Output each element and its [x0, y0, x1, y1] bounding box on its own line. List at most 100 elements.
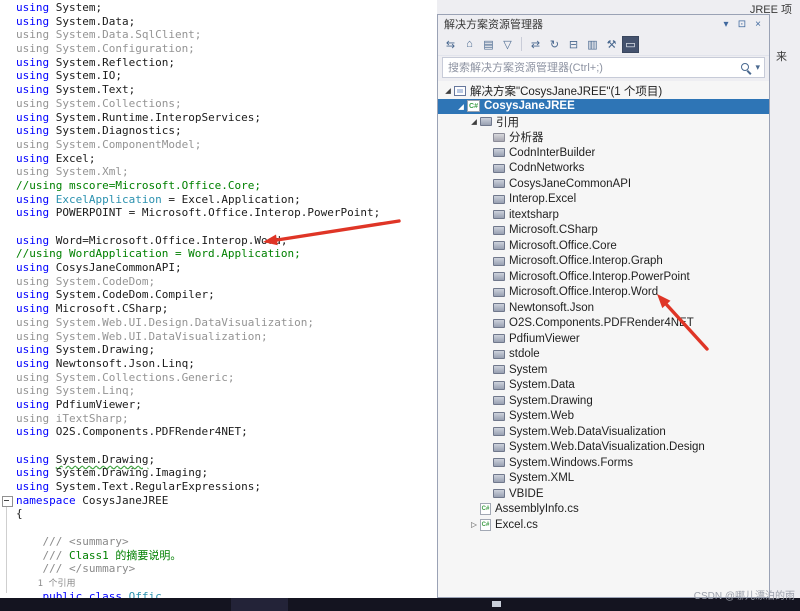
tree-item-label: AssemblyInfo.cs	[495, 503, 579, 515]
tree-item[interactable]: O2S.Components.PDFRender4NET	[438, 316, 769, 332]
assembly-icon	[493, 489, 505, 498]
tree-item[interactable]: C#AssemblyInfo.cs	[438, 502, 769, 518]
tree-item-label: System.Web	[509, 410, 574, 422]
preview-selected-items-icon[interactable]: ▭	[622, 36, 639, 53]
tree-item[interactable]: System.Web	[438, 409, 769, 425]
tree-item[interactable]: Interop.Excel	[438, 192, 769, 208]
search-box[interactable]: ▾	[442, 57, 765, 78]
tree-item[interactable]: Microsoft.Office.Interop.Graph	[438, 254, 769, 270]
solution-icon	[454, 86, 466, 96]
properties-icon[interactable]: ⚒	[603, 36, 620, 53]
code-line: using System.IO;	[0, 69, 437, 83]
tree-item[interactable]: System	[438, 362, 769, 378]
search-icon[interactable]	[740, 62, 752, 74]
tree-item[interactable]: ◢解决方案"CosysJaneJREE"(1 个项目)	[438, 83, 769, 99]
tree-item[interactable]: ▷C#Excel.cs	[438, 517, 769, 533]
fold-collapse-icon[interactable]	[2, 496, 13, 507]
collapse-icon[interactable]: ◢	[455, 102, 467, 111]
code-line: namespace CosysJaneJREE	[0, 494, 437, 508]
code-line: 1 个引用	[0, 576, 437, 590]
code-line: using System.CodeDom;	[0, 275, 437, 289]
code-editor[interactable]: using System;using System.Data;using Sys…	[0, 0, 437, 598]
expand-icon[interactable]: ▷	[468, 520, 480, 529]
tree-item[interactable]: Newtonsoft.Json	[438, 300, 769, 316]
tree-item-label: System.Data	[509, 379, 575, 391]
window-position-icon[interactable]: ▾	[718, 17, 734, 32]
collapse-icon[interactable]: ◢	[468, 117, 480, 126]
refresh-icon[interactable]: ↻	[546, 36, 563, 53]
filter-icon[interactable]: ▽	[499, 36, 516, 53]
tree-item-label: 分析器	[509, 129, 544, 145]
solution-explorer-panel: 解决方案资源管理器 ▾⊡× ⇆⌂▤▽⇄↻⊟▥⚒▭ ▾ ◢解决方案"CosysJa…	[437, 14, 770, 598]
collapse-all-icon[interactable]: ⊟	[565, 36, 582, 53]
tree-item-label: 引用	[496, 114, 519, 130]
solution-explorer-titlebar[interactable]: 解决方案资源管理器 ▾⊡×	[438, 15, 769, 33]
tree-item[interactable]: 分析器	[438, 130, 769, 146]
assembly-icon	[493, 164, 505, 173]
code-line: using System.Text.RegularExpressions;	[0, 480, 437, 494]
home-icon[interactable]: ⌂	[461, 36, 478, 53]
tree-item-label: Excel.cs	[495, 519, 538, 531]
sync-selection-icon[interactable]: ⇆	[442, 36, 459, 53]
tree-item-label: Microsoft.CSharp	[509, 224, 598, 236]
taskbar[interactable]	[0, 598, 800, 611]
tree-item[interactable]: Microsoft.Office.Core	[438, 238, 769, 254]
pin-icon[interactable]: ⊡	[734, 17, 750, 32]
tree-item[interactable]: CodnInterBuilder	[438, 145, 769, 161]
tree-item[interactable]: System.Drawing	[438, 393, 769, 409]
tree-item-label: Microsoft.Office.Interop.PowerPoint	[509, 271, 690, 283]
tree-item[interactable]: ◢C#CosysJaneJREE	[438, 99, 769, 115]
tree-item[interactable]: CosysJaneCommonAPI	[438, 176, 769, 192]
tree-item[interactable]: System.Web.DataVisualization	[438, 424, 769, 440]
tree-item-label: Microsoft.Office.Interop.Word	[509, 286, 658, 298]
tree-item[interactable]: System.Data	[438, 378, 769, 394]
assembly-icon	[493, 396, 505, 405]
search-input[interactable]	[443, 62, 740, 74]
tree-item-label: CodnNetworks	[509, 162, 584, 174]
collapse-icon[interactable]: ◢	[442, 86, 454, 95]
code-line: using System.CodeDom.Compiler;	[0, 288, 437, 302]
sync-with-active-document-icon[interactable]: ⇄	[527, 36, 544, 53]
code-line: using System.Runtime.InteropServices;	[0, 111, 437, 125]
code-line: using PdfiumViewer;	[0, 398, 437, 412]
chevron-down-icon[interactable]: ▾	[754, 62, 764, 73]
tree-item[interactable]: System.Windows.Forms	[438, 455, 769, 471]
assembly-icon	[493, 179, 505, 188]
tree-item[interactable]: System.XML	[438, 471, 769, 487]
tree-item[interactable]: Microsoft.CSharp	[438, 223, 769, 239]
code-line: using Excel;	[0, 152, 437, 166]
toolbar-separator	[521, 37, 522, 51]
close-icon[interactable]: ×	[750, 17, 766, 32]
code-line: using System.Linq;	[0, 384, 437, 398]
code-line: using System.Drawing;	[0, 453, 437, 467]
tree-item-label: System.Web.DataVisualization.Design	[509, 441, 705, 453]
tree-item[interactable]: itextsharp	[438, 207, 769, 223]
tree-item-label: Microsoft.Office.Interop.Graph	[509, 255, 663, 267]
tree-item-label: VBIDE	[509, 488, 544, 500]
assembly-icon	[493, 427, 505, 436]
titlebar-icons: ▾⊡×	[718, 17, 766, 32]
taskbar-item[interactable]	[231, 598, 288, 611]
tree-item[interactable]: ◢ 引用	[438, 114, 769, 130]
switch-views-icon[interactable]: ▤	[480, 36, 497, 53]
panel-title: 解决方案资源管理器	[444, 16, 543, 32]
show-all-files-icon[interactable]: ▥	[584, 36, 601, 53]
tree-item[interactable]: Microsoft.Office.Interop.PowerPoint	[438, 269, 769, 285]
code-lines: using System;using System.Data;using Sys…	[0, 1, 437, 598]
tree-item[interactable]: CodnNetworks	[438, 161, 769, 177]
taskbar-item[interactable]	[492, 601, 501, 607]
tree-item[interactable]: Microsoft.Office.Interop.Word	[438, 285, 769, 301]
tree-item[interactable]: System.Web.DataVisualization.Design	[438, 440, 769, 456]
code-line: using System.Data.SqlClient;	[0, 28, 437, 42]
tree-item[interactable]: VBIDE	[438, 486, 769, 502]
tree-item[interactable]: stdole	[438, 347, 769, 363]
solution-tree: ◢解决方案"CosysJaneJREE"(1 个项目)◢C#CosysJaneJ…	[438, 81, 769, 597]
watermark: CSDN @哪儿漂泊的雨	[694, 587, 795, 602]
code-line	[0, 439, 437, 453]
code-line: /// </summary>	[0, 562, 437, 576]
code-line: public class Offic	[0, 590, 437, 598]
tree-item-label: CodnInterBuilder	[509, 147, 595, 159]
tree-item[interactable]: PdfiumViewer	[438, 331, 769, 347]
code-line: using Newtonsoft.Json.Linq;	[0, 357, 437, 371]
code-line: using System.Text;	[0, 83, 437, 97]
